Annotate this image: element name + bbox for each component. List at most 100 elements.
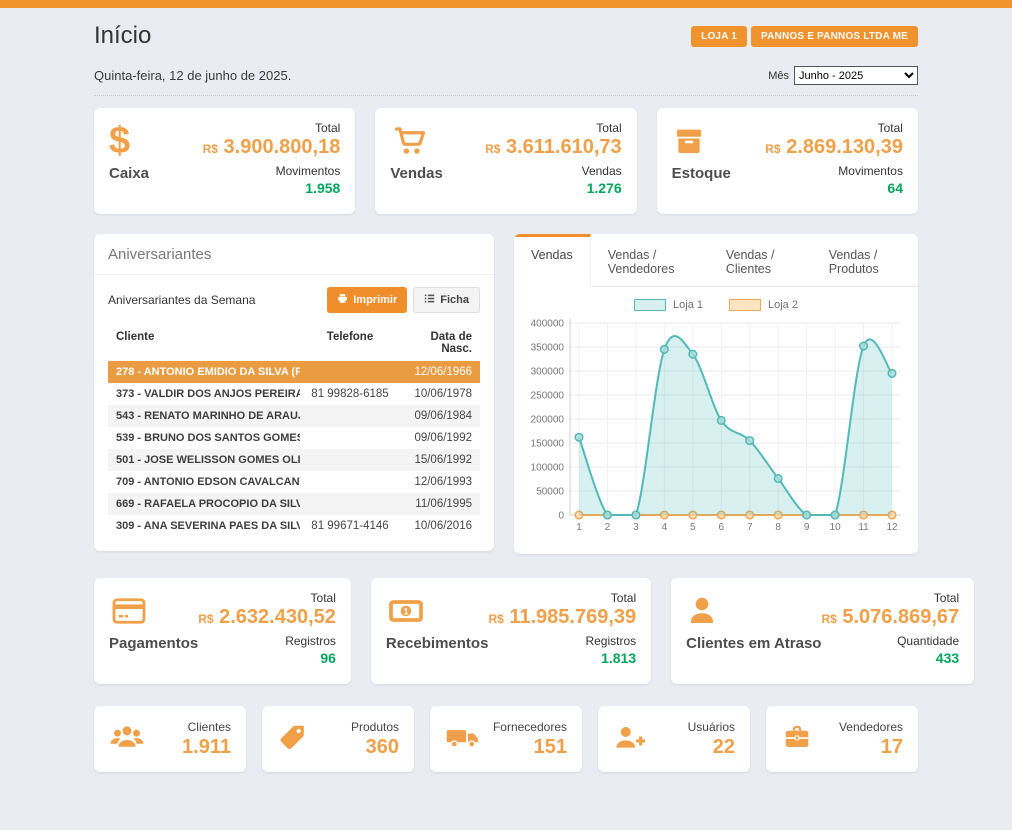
birthday-client: 539 - BRUNO DOS SANTOS GOMES (116, 432, 300, 444)
store-button[interactable]: LOJA 1 (691, 26, 747, 47)
truck-icon (445, 722, 481, 757)
month-label: Mês (768, 70, 789, 82)
ficha-button[interactable]: Ficha (413, 287, 480, 313)
tab-vendas-vendedores[interactable]: Vendas / Vendedores (591, 234, 709, 286)
sub-value: 433 (821, 650, 959, 666)
svg-text:12: 12 (886, 522, 898, 533)
svg-text:10: 10 (830, 522, 842, 533)
user-icon (686, 591, 821, 631)
svg-text:1: 1 (576, 522, 582, 533)
birthday-client: 309 - ANA SEVERINA PAES DA SILVA (116, 520, 300, 532)
birthday-date: 09/06/1984 (400, 410, 472, 422)
company-button[interactable]: PANNOS E PANNOS LTDA ME (751, 26, 918, 47)
count-value: 1.911 (182, 736, 231, 759)
tab-vendas-produtos[interactable]: Vendas / Produtos (812, 234, 918, 286)
stat-card-clientes-atraso: Clientes em Atraso Total R$ 5.076.869,67… (671, 578, 974, 684)
count-label: Produtos (351, 720, 399, 734)
birthdays-panel: Aniversariantes Aniversariantes da Seman… (94, 234, 494, 551)
stat-card-pagamentos: Pagamentos Total R$ 2.632.430,52 Registr… (94, 578, 351, 684)
total-value: R$ 2.632.430,52 (198, 606, 336, 629)
stat-card-title: Recebimentos (386, 635, 489, 652)
chart-tabs: VendasVendas / VendedoresVendas / Client… (514, 234, 918, 287)
sales-area-chart: 0500001000001500002000002500003000003500… (524, 311, 908, 548)
birthday-row[interactable]: 709 - ANTONIO EDSON CAVALCANTE D... 12/0… (108, 471, 480, 493)
print-button[interactable]: Imprimir (327, 287, 407, 313)
birthday-client: 373 - VALDIR DOS ANJOS PEREIRA (AN... (116, 388, 300, 400)
count-label: Vendedores (839, 720, 903, 734)
birthday-row[interactable]: 278 - ANTONIO EMIDIO DA SILVA (PALE... 1… (108, 361, 480, 383)
count-value: 151 (493, 736, 567, 759)
sub-label: Registros (488, 634, 636, 648)
chart-legend: Loja 1 Loja 2 (524, 299, 908, 311)
legend-item-loja-1[interactable]: Loja 1 (634, 299, 703, 311)
birthday-row[interactable]: 373 - VALDIR DOS ANJOS PEREIRA (AN... 81… (108, 383, 480, 405)
printer-icon (337, 293, 348, 307)
col-header-data: Data de Nasc. (400, 331, 472, 355)
month-select[interactable]: Junho - 2025 (794, 66, 918, 85)
count-card-vendedores: Vendedores 17 (766, 706, 918, 772)
dashboard: Início LOJA 1 PANNOS E PANNOS LTDA ME Qu… (94, 8, 918, 772)
count-value: 360 (351, 736, 399, 759)
svg-text:0: 0 (558, 511, 564, 522)
stat-card-title: Clientes em Atraso (686, 635, 821, 652)
total-value: R$ 5.076.869,67 (821, 606, 959, 629)
current-date: Quinta-feira, 12 de junho de 2025. (94, 68, 291, 83)
sub-value: 64 (765, 180, 903, 196)
legend-swatch (729, 299, 761, 311)
money-bill-icon: 1 (386, 591, 489, 631)
tab-vendas-clientes[interactable]: Vendas / Clientes (709, 234, 812, 286)
total-label: Total (765, 121, 903, 135)
total-label: Total (198, 591, 336, 605)
svg-text:7: 7 (747, 522, 753, 533)
svg-text:200000: 200000 (531, 415, 565, 426)
svg-text:1: 1 (403, 606, 408, 616)
birthday-client: 709 - ANTONIO EDSON CAVALCANTE D... (116, 476, 300, 488)
archive-box-icon (672, 121, 731, 161)
svg-text:5: 5 (690, 522, 696, 533)
svg-text:8: 8 (775, 522, 781, 533)
count-card-usuarios: Usuários 22 (598, 706, 750, 772)
stat-card-caixa: $ Caixa Total R$ 3.900.800,18 Movimentos… (94, 108, 355, 214)
count-label: Usuários (688, 720, 735, 734)
sub-label: Registros (198, 634, 336, 648)
legend-label: Loja 2 (768, 299, 798, 311)
sub-label: Movimentos (765, 164, 903, 178)
svg-text:350000: 350000 (531, 343, 565, 354)
birthdays-subtitle: Aniversariantes da Semana (108, 293, 255, 307)
tab-vendas[interactable]: Vendas (514, 234, 591, 287)
birthday-row[interactable]: 309 - ANA SEVERINA PAES DA SILVA 81 9967… (108, 515, 480, 537)
total-label: Total (203, 121, 341, 135)
sub-label: Vendas (485, 164, 622, 178)
tag-icon (277, 722, 307, 757)
sales-chart-panel: VendasVendas / VendedoresVendas / Client… (514, 234, 918, 554)
stat-card-title: Caixa (109, 165, 149, 182)
legend-item-loja-2[interactable]: Loja 2 (729, 299, 798, 311)
birthday-date: 11/06/1995 (400, 498, 472, 510)
birthday-row[interactable]: 543 - RENATO MARINHO DE ARAUJO (F... 09/… (108, 405, 480, 427)
svg-text:4: 4 (662, 522, 668, 533)
birthdays-panel-title: Aniversariantes (94, 234, 494, 275)
count-label: Clientes (182, 720, 231, 734)
birthday-table-body: 278 - ANTONIO EMIDIO DA SILVA (PALE... 1… (108, 361, 480, 537)
stat-card-vendas: Vendas Total R$ 3.611.610,73 Vendas 1.27… (375, 108, 636, 214)
birthday-row[interactable]: 501 - JOSE WELISSON GOMES OLIVEIR... 15/… (108, 449, 480, 471)
birthday-row[interactable]: 539 - BRUNO DOS SANTOS GOMES 09/06/1992 (108, 427, 480, 449)
svg-text:400000: 400000 (531, 319, 565, 330)
svg-text:11: 11 (858, 522, 869, 533)
sub-value: 1.958 (203, 180, 341, 196)
sub-value: 1.276 (485, 180, 622, 196)
birthday-row[interactable]: 669 - RAFAELA PROCOPIO DA SILVA CA... 11… (108, 493, 480, 515)
total-value: R$ 11.985.769,39 (488, 606, 636, 629)
stat-card-title: Vendas (390, 165, 443, 182)
total-label: Total (485, 121, 622, 135)
count-card-fornecedores: Fornecedores 151 (430, 706, 582, 772)
legend-swatch (634, 299, 666, 311)
svg-text:300000: 300000 (531, 367, 565, 378)
birthday-date: 09/06/1992 (400, 432, 472, 444)
briefcase-icon (781, 722, 813, 757)
birthday-phone: 81 99671-4146 (300, 520, 400, 532)
birthday-client: 278 - ANTONIO EMIDIO DA SILVA (PALE... (116, 366, 300, 378)
count-value: 17 (839, 736, 903, 759)
col-header-telefone: Telefone (300, 331, 400, 355)
stat-card-title: Estoque (672, 165, 731, 182)
